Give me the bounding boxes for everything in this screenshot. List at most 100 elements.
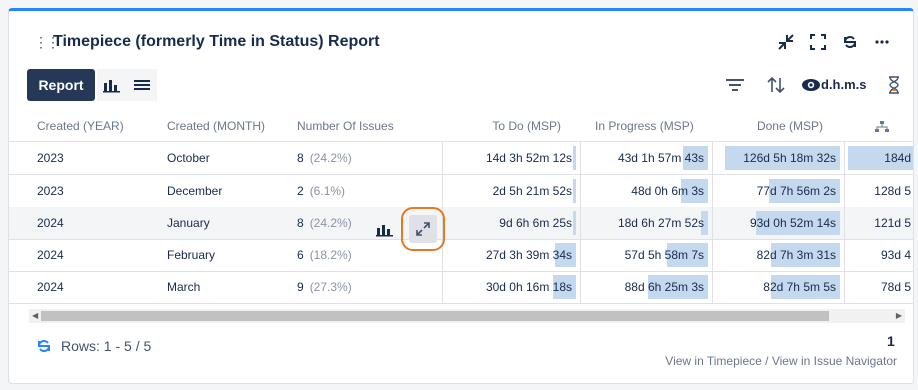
row-chart-icon[interactable] bbox=[375, 223, 395, 237]
rows-summary: Rows: 1 - 5 / 5 bbox=[35, 337, 151, 355]
time-format-label[interactable]: d.h.m.s bbox=[821, 77, 867, 92]
time-cell-next[interactable]: 128d 5 bbox=[848, 179, 913, 203]
fullscreen-icon[interactable] bbox=[807, 31, 829, 53]
report-table: Created (YEAR) Created (MONTH) Number Of… bbox=[9, 111, 913, 311]
scroll-right-icon[interactable]: ▶ bbox=[896, 309, 902, 323]
report-toolbar: Report d.h.m.s bbox=[27, 69, 899, 101]
time-value: 128d 5 bbox=[874, 184, 911, 198]
hourglass-icon[interactable] bbox=[887, 73, 901, 97]
issue-percent: (24.2%) bbox=[309, 216, 352, 230]
header-todo[interactable]: To Do (MSP) bbox=[443, 111, 561, 141]
cell-year: 2024 bbox=[37, 280, 64, 294]
time-cell-done[interactable]: 82d 7h 3m 31s bbox=[716, 243, 840, 267]
table-row[interactable]: 2024 March 9 (27.3%) 30d 0h 16m 18s 88d 6h 25… bbox=[9, 271, 913, 303]
issue-count: 2 bbox=[297, 184, 304, 198]
time-cell-done[interactable]: 77d 7h 56m 2s bbox=[716, 179, 840, 203]
cell-issues: 9 (27.3%) bbox=[297, 271, 352, 303]
time-cell-inprogress[interactable]: 48d 0h 6m 3s bbox=[584, 179, 708, 203]
gadget-header: ⋮⋮ Timepiece (formerly Time in Status) R… bbox=[9, 31, 913, 55]
issue-percent: (6.1%) bbox=[309, 184, 346, 198]
table-row[interactable]: 2023 December 2 (6.1%) 2d 5h 21m 52s 48d 0h 6… bbox=[9, 175, 913, 207]
cell-month: March bbox=[167, 280, 201, 294]
table-row[interactable]: 2023 October 8 (24.2%) 14d 3h 52m 12s 43d 1h … bbox=[9, 142, 913, 174]
cell-month: February bbox=[167, 248, 216, 262]
table-row[interactable]: 2024 February 6 (18.2%) 27d 3h 39m 34s 57d 5h… bbox=[9, 239, 913, 271]
time-value: 82d 7h 5m 5s bbox=[763, 280, 836, 294]
header-created-month[interactable]: Created (MONTH) bbox=[167, 111, 265, 141]
time-cell-inprogress[interactable]: 43d 1h 57m 43s bbox=[584, 146, 708, 170]
scrollbar-thumb[interactable] bbox=[41, 311, 829, 321]
time-cell-done[interactable]: 93d 0h 52m 14s bbox=[716, 211, 840, 235]
cell-issues: 8 (24.2%) bbox=[297, 142, 352, 174]
header-number-of-issues[interactable]: Number Of Issues bbox=[297, 111, 394, 141]
horizontal-scrollbar[interactable]: ◀ ▶ bbox=[29, 309, 905, 323]
column-divider bbox=[712, 141, 713, 303]
view-in-timepiece-link[interactable]: View in Timepiece bbox=[665, 354, 762, 368]
page-number[interactable]: 1 bbox=[887, 333, 895, 349]
time-cell-todo[interactable]: 14d 3h 52m 12s bbox=[446, 146, 576, 170]
cell-issues: 2 (6.1%) bbox=[297, 175, 345, 207]
scroll-left-icon[interactable]: ◀ bbox=[32, 309, 38, 323]
time-cell-done[interactable]: 126d 5h 18m 32s bbox=[716, 146, 840, 170]
time-cell-inprogress[interactable]: 57d 5h 58m 7s bbox=[584, 243, 708, 267]
collapse-icon[interactable] bbox=[775, 31, 797, 53]
eye-icon[interactable] bbox=[801, 73, 821, 97]
time-value: 93d 0h 52m 14s bbox=[749, 216, 836, 230]
cell-year: 2023 bbox=[37, 151, 64, 165]
footer-links: View in Timepiece / View in Issue Naviga… bbox=[665, 354, 897, 368]
time-cell-next[interactable]: 93d 4 bbox=[848, 243, 913, 267]
chart-view-button[interactable] bbox=[97, 69, 127, 101]
time-cell-todo[interactable]: 27d 3h 39m 34s bbox=[446, 243, 576, 267]
time-cell-todo[interactable]: 30d 0h 16m 18s bbox=[446, 275, 576, 299]
view-in-issue-navigator-link[interactable]: View in Issue Navigator bbox=[772, 354, 897, 368]
time-value: 18d 6h 27m 52s bbox=[617, 216, 704, 230]
time-cell-next[interactable]: 121d 5 bbox=[848, 211, 913, 235]
time-value: 9d 6h 6m 25s bbox=[499, 216, 572, 230]
time-cell-inprogress[interactable]: 88d 6h 25m 3s bbox=[584, 275, 708, 299]
column-divider bbox=[844, 141, 845, 303]
sort-icon[interactable] bbox=[765, 73, 787, 97]
cell-year: 2024 bbox=[37, 248, 64, 262]
rows-label: Rows: 1 - 5 / 5 bbox=[61, 338, 152, 354]
issue-percent: (27.3%) bbox=[309, 280, 352, 294]
time-value: 184d bbox=[884, 151, 911, 165]
row-divider bbox=[9, 303, 913, 304]
time-cell-next[interactable]: 184d bbox=[848, 146, 913, 170]
issue-percent: (18.2%) bbox=[309, 248, 352, 262]
time-value: 14d 3h 52m 12s bbox=[485, 151, 572, 165]
refresh-icon[interactable] bbox=[839, 31, 861, 53]
header-next-column-icon[interactable] bbox=[875, 111, 913, 141]
issue-count: 8 bbox=[297, 151, 304, 165]
header-done[interactable]: Done (MSP) bbox=[705, 111, 823, 141]
header-in-progress[interactable]: In Progress (MSP) bbox=[595, 111, 694, 141]
cell-year: 2023 bbox=[37, 184, 64, 198]
list-view-button[interactable] bbox=[127, 69, 157, 101]
time-cell-next[interactable]: 78d 5 bbox=[848, 275, 913, 299]
time-cell-done[interactable]: 82d 7h 5m 5s bbox=[716, 275, 840, 299]
cell-issues: 6 (18.2%) bbox=[297, 239, 352, 271]
more-icon[interactable] bbox=[871, 31, 893, 53]
timepiece-gadget: ⋮⋮ Timepiece (formerly Time in Status) R… bbox=[8, 8, 914, 384]
issue-count: 6 bbox=[297, 248, 304, 262]
column-divider bbox=[580, 141, 581, 303]
time-value: 30d 0h 16m 18s bbox=[485, 280, 572, 294]
time-value: 2d 5h 21m 52s bbox=[492, 184, 572, 198]
time-cell-inprogress[interactable]: 18d 6h 27m 52s bbox=[584, 211, 708, 235]
issue-count: 8 bbox=[297, 216, 304, 230]
time-value: 121d 5 bbox=[874, 216, 911, 230]
time-value: 77d 7h 56m 2s bbox=[756, 184, 836, 198]
filter-icon[interactable] bbox=[725, 73, 745, 97]
reload-icon[interactable] bbox=[35, 337, 53, 355]
time-cell-todo[interactable]: 9d 6h 6m 25s bbox=[446, 211, 576, 235]
time-cell-todo[interactable]: 2d 5h 21m 52s bbox=[446, 179, 576, 203]
cell-month: January bbox=[167, 216, 210, 230]
header-created-year[interactable]: Created (YEAR) bbox=[37, 111, 124, 141]
time-value: 43d 1h 57m 43s bbox=[617, 151, 704, 165]
table-row[interactable]: 2024 January 8 (24.2%) 9d 6h 6m 25s 18d 6h 27… bbox=[9, 207, 913, 239]
cell-issues: 8 (24.2%) bbox=[297, 207, 352, 239]
time-value: 57d 5h 58m 7s bbox=[624, 248, 704, 262]
report-button[interactable]: Report bbox=[27, 69, 95, 101]
row-expand-button[interactable] bbox=[401, 207, 445, 251]
link-separator: / bbox=[761, 354, 772, 368]
list-icon bbox=[134, 80, 150, 90]
